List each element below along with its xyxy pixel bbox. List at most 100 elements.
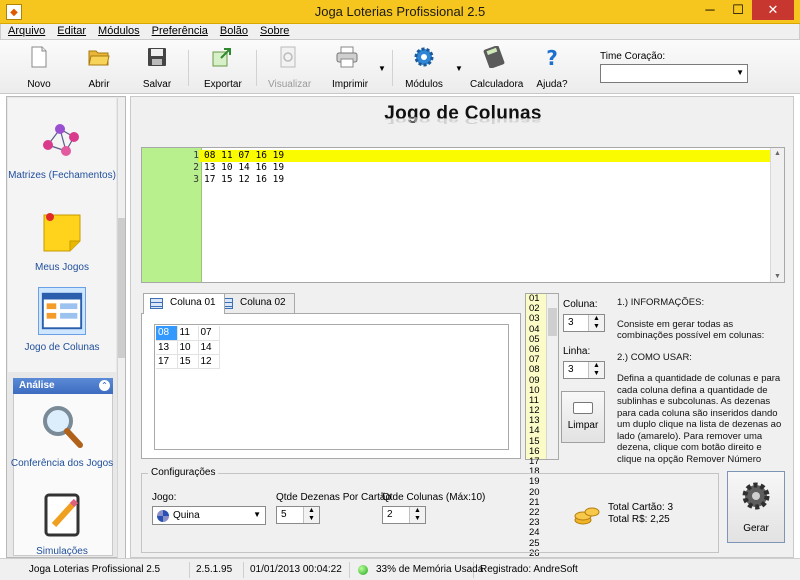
limpar-button[interactable]: Limpar bbox=[561, 391, 605, 443]
editor-line[interactable]: 3 17 15 12 16 19 bbox=[142, 174, 772, 186]
line-number: 2 bbox=[193, 162, 199, 173]
gerar-button[interactable]: Gerar bbox=[727, 471, 785, 543]
sidebar-scroll-thumb[interactable] bbox=[118, 218, 125, 358]
stepper-arrows-icon[interactable]: ▲ ▼ bbox=[409, 507, 425, 523]
time-coracao-label: Time Coração: bbox=[600, 51, 666, 62]
tab-coluna-02-label: Coluna 02 bbox=[240, 297, 286, 308]
main-panel: Jogo de Colunas Jogo de Colunas 1 08 11 … bbox=[130, 96, 794, 569]
chevron-down-icon: ▼ bbox=[253, 510, 261, 519]
stepper-arrows-icon[interactable]: ▲ ▼ bbox=[303, 507, 319, 523]
dezenas-scroll-thumb[interactable] bbox=[548, 308, 557, 336]
grid-cell[interactable]: 12 bbox=[198, 354, 220, 369]
tab-coluna-02[interactable]: Coluna 02 bbox=[213, 293, 295, 313]
imprimir-dropdown-icon[interactable]: ▼ bbox=[378, 64, 386, 73]
line-text: 13 10 14 16 19 bbox=[204, 162, 285, 173]
dezenas-list[interactable]: 01 02 03 04 05 06 07 08 09 10 11 12 13 14 15 16 17 18 19 20… bbox=[525, 293, 559, 569]
status-datetime: 01/01/2013 00:04:22 bbox=[244, 562, 350, 578]
grid-cell[interactable]: 10 bbox=[177, 340, 199, 355]
grid-cell[interactable]: 11 bbox=[177, 326, 199, 341]
table-row: 17 15 12 bbox=[156, 354, 220, 369]
grid-cell[interactable]: 15 bbox=[177, 354, 199, 369]
jogo-label: Jogo: bbox=[152, 492, 177, 503]
open-folder-icon bbox=[88, 50, 110, 66]
columns-tabs: Coluna 01 Coluna 02 08 11 07 13 10 14 17… bbox=[141, 293, 521, 459]
memory-status-icon bbox=[358, 565, 368, 575]
imprimir-button[interactable]: Imprimir bbox=[332, 46, 369, 90]
salvar-button[interactable]: Salvar bbox=[142, 46, 172, 90]
menu-modulos[interactable]: Módulos bbox=[91, 24, 145, 37]
table-icon bbox=[150, 298, 163, 309]
maximize-button[interactable]: ☐ bbox=[724, 0, 752, 20]
calculator-icon bbox=[483, 45, 505, 69]
ajuda-button[interactable]: ? Ajuda? bbox=[536, 46, 568, 90]
jogo-select[interactable]: Quina ▼ bbox=[152, 506, 266, 525]
scroll-up-icon[interactable]: ▲ bbox=[774, 150, 781, 157]
coluna-stepper[interactable]: 3 ▲ ▼ bbox=[563, 314, 605, 332]
visualizar-button[interactable]: Visualizar bbox=[268, 46, 311, 90]
sidebar-item-jogo-de-colunas[interactable]: Jogo de Colunas bbox=[8, 287, 116, 354]
printer-icon bbox=[336, 46, 358, 68]
sidebar-scrollbar[interactable] bbox=[117, 98, 125, 558]
linha-stepper[interactable]: 3 ▲ ▼ bbox=[563, 361, 605, 379]
status-app: Joga Loterias Profissional 2.5 bbox=[0, 562, 190, 578]
abrir-button[interactable]: Abrir bbox=[84, 46, 114, 90]
grid-cell[interactable]: 13 bbox=[156, 340, 178, 355]
totals: Total Cartão: 3 Total R$: 2,25 bbox=[608, 502, 673, 526]
menu-preferencia[interactable]: Preferência bbox=[145, 24, 213, 37]
tab-coluna-01[interactable]: Coluna 01 bbox=[143, 293, 225, 314]
exportar-button[interactable]: Exportar bbox=[204, 46, 242, 90]
preview-icon bbox=[280, 46, 296, 68]
close-button[interactable]: ✕ bbox=[752, 0, 794, 20]
linha-label: Linha: bbox=[563, 346, 591, 357]
menu-editar[interactable]: Editar bbox=[50, 24, 91, 37]
line-text: 08 11 07 16 19 bbox=[204, 150, 285, 161]
sidebar-item-simulacoes[interactable]: Simulações bbox=[8, 491, 116, 558]
modulos-button[interactable]: Módulos bbox=[404, 46, 444, 90]
total-cartao: Total Cartão: 3 bbox=[608, 502, 674, 513]
menu-sobre[interactable]: Sobre bbox=[253, 24, 294, 37]
sidebar-item-simulacoes-label: Simulações bbox=[36, 546, 88, 557]
grid-cell[interactable]: 07 bbox=[198, 326, 220, 341]
stepper-arrows-icon[interactable]: ▲ ▼ bbox=[588, 315, 604, 331]
sidebar-item-meus-jogos[interactable]: Meus Jogos bbox=[8, 207, 116, 274]
menu-bolao[interactable]: Bolão bbox=[213, 24, 253, 37]
config-legend: Configurações bbox=[148, 467, 219, 478]
eraser-icon bbox=[573, 402, 593, 414]
status-memory: 33% de Memória Usada bbox=[370, 562, 483, 578]
minimize-button[interactable]: ─ bbox=[696, 0, 724, 20]
collapse-up-icon[interactable]: ⌃ bbox=[99, 380, 110, 391]
time-coracao-select[interactable]: ▼ bbox=[600, 64, 748, 83]
combinations-editor[interactable]: 1 08 11 07 16 19 2 13 10 14 16 19 3 17 1… bbox=[141, 147, 785, 283]
sidebar-item-conferencia[interactable]: Conferência dos Jogos bbox=[8, 403, 116, 470]
menu-arquivo[interactable]: Arquivo bbox=[1, 24, 50, 37]
sidebar-item-matrizes[interactable]: Matrizes (Fechamentos) bbox=[8, 115, 116, 182]
qtde-colunas-value: 2 bbox=[387, 509, 393, 520]
salvar-label: Salvar bbox=[142, 79, 172, 90]
config-group: Configurações Jogo: Quina ▼ Qtde Dezenas… bbox=[141, 467, 719, 553]
calculadora-button[interactable]: Calculadora bbox=[470, 45, 523, 90]
dezenas-scrollbar[interactable] bbox=[546, 294, 558, 459]
status-version: 2.5.1.95 bbox=[190, 562, 244, 578]
qtde-colunas-stepper[interactable]: 2 ▲ ▼ bbox=[382, 506, 426, 524]
editor-scrollbar[interactable]: ▲ ▼ bbox=[770, 148, 784, 282]
novo-button[interactable]: Novo bbox=[24, 46, 54, 90]
analise-section-header[interactable]: Análise ⌃ bbox=[13, 378, 113, 394]
qtde-dezenas-stepper[interactable]: 5 ▲ ▼ bbox=[276, 506, 320, 524]
modulos-dropdown-icon[interactable]: ▼ bbox=[455, 64, 463, 73]
column-grid[interactable]: 08 11 07 13 10 14 17 15 12 bbox=[154, 324, 509, 450]
grid-cell[interactable]: 14 bbox=[198, 340, 220, 355]
save-disk-icon bbox=[148, 48, 166, 66]
table-row: 08 11 07 bbox=[156, 326, 220, 341]
svg-text:?: ? bbox=[546, 46, 558, 68]
editor-line[interactable]: 2 13 10 14 16 19 bbox=[142, 162, 772, 174]
status-bar: Joga Loterias Profissional 2.5 2.5.1.95 … bbox=[0, 558, 800, 580]
sidebar-item-jogo-de-colunas-label: Jogo de Colunas bbox=[24, 342, 100, 353]
imprimir-label: Imprimir bbox=[332, 79, 369, 90]
editor-line[interactable]: 1 08 11 07 16 19 bbox=[142, 150, 772, 162]
grid-cell[interactable]: 17 bbox=[156, 354, 178, 369]
modulos-label: Módulos bbox=[405, 79, 443, 90]
matrix-molecule-icon bbox=[43, 124, 79, 156]
stepper-arrows-icon[interactable]: ▲ ▼ bbox=[588, 362, 604, 378]
scroll-down-icon[interactable]: ▼ bbox=[774, 273, 781, 280]
grid-cell[interactable]: 08 bbox=[156, 326, 178, 341]
